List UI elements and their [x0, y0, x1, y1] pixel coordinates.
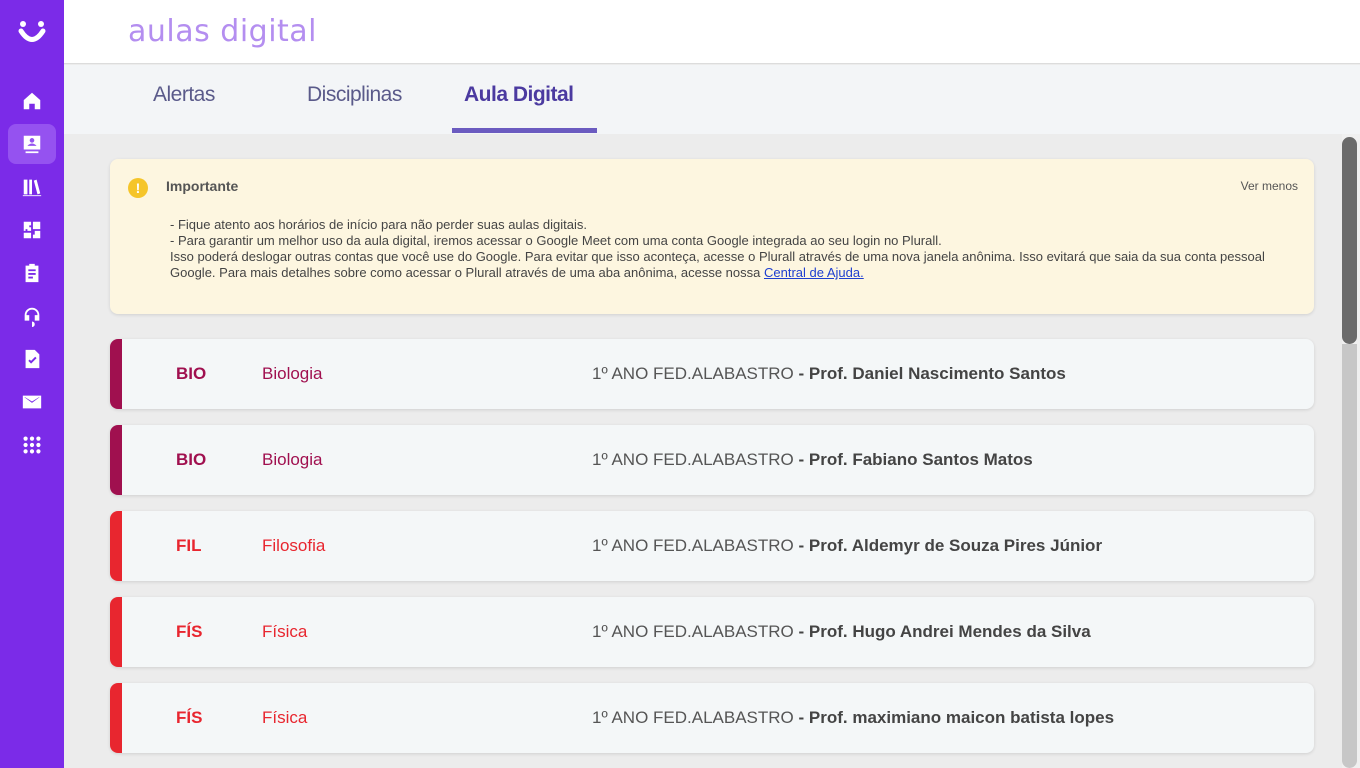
separator: - — [793, 364, 809, 383]
class-card[interactable]: FIL Filosofia 1º ANO FED.ALABASTRO - Pro… — [110, 511, 1314, 581]
clipboard-icon — [25, 263, 39, 283]
sidebar-item-messages[interactable] — [8, 382, 56, 422]
sidebar-item-help[interactable] — [8, 296, 56, 336]
student-card-icon — [23, 135, 41, 154]
subject-color-bar — [110, 339, 122, 409]
class-info: 1º ANO FED.ALABASTRO - Prof. Hugo Andrei… — [592, 622, 1091, 642]
sidebar-item-exams[interactable] — [8, 339, 56, 379]
class-group: 1º ANO FED.ALABASTRO — [592, 708, 794, 727]
subject-code: FÍS — [176, 708, 203, 727]
teacher-name: Prof. maximiano maicon batista lopes — [808, 708, 1115, 727]
separator: - — [793, 708, 809, 727]
separator: - — [793, 450, 809, 469]
help-center-link[interactable]: Central de Ajuda. — [764, 265, 864, 280]
notice-line: - Fique atento aos horários de início pa… — [170, 217, 587, 232]
subject-code: BIO — [176, 450, 207, 469]
sidebar-item-apps[interactable] — [8, 425, 56, 465]
class-info: 1º ANO FED.ALABASTRO - Prof. Fabiano San… — [592, 450, 1033, 470]
subject-color-bar — [110, 683, 122, 753]
separator: - — [793, 536, 809, 555]
subject-code: FÍS — [176, 622, 203, 641]
subject-name: Biologia — [262, 450, 323, 469]
subject-name: Física — [262, 708, 308, 727]
subject-color-bar — [110, 511, 122, 581]
tab-aula-digital[interactable]: Aula Digital — [464, 83, 574, 107]
class-info: 1º ANO FED.ALABASTRO - Prof. Daniel Nasc… — [592, 364, 1066, 384]
notice-toggle-button[interactable]: Ver menos — [1241, 179, 1298, 193]
subject-name: Biologia — [262, 364, 323, 383]
subject-color-bar — [110, 425, 122, 495]
subject-name: Física — [262, 622, 308, 641]
class-group: 1º ANO FED.ALABASTRO — [592, 622, 794, 641]
puzzle-icon — [23, 221, 41, 239]
sidebar — [0, 0, 64, 768]
top-header: aulas digital — [64, 0, 1360, 64]
subject-code: BIO — [176, 364, 207, 383]
active-tab-indicator — [452, 128, 597, 133]
notice-line: - Para garantir um melhor uso da aula di… — [170, 233, 942, 248]
notice-line: Isso poderá deslogar outras contas que v… — [170, 249, 1290, 281]
class-card[interactable]: FÍS Física 1º ANO FED.ALABASTRO - Prof. … — [110, 683, 1314, 753]
class-info: 1º ANO FED.ALABASTRO - Prof. Aldemyr de … — [592, 536, 1102, 556]
warning-icon: ! — [128, 178, 148, 198]
teacher-name: Prof. Fabiano Santos Matos — [808, 450, 1033, 469]
notice-title: Importante — [166, 178, 239, 194]
home-icon — [23, 92, 41, 110]
sidebar-item-home[interactable] — [8, 81, 56, 121]
class-info: 1º ANO FED.ALABASTRO - Prof. maximiano m… — [592, 708, 1114, 728]
teacher-name: Prof. Daniel Nascimento Santos — [808, 364, 1066, 383]
tab-bar: Alertas Disciplinas Aula Digital — [64, 65, 1360, 134]
sidebar-item-activities[interactable] — [8, 210, 56, 250]
class-group: 1º ANO FED.ALABASTRO — [592, 364, 794, 383]
subject-color-bar — [110, 597, 122, 667]
subject-name: Filosofia — [262, 536, 326, 555]
teacher-name: Prof. Hugo Andrei Mendes da Silva — [808, 622, 1091, 641]
support-icon — [24, 307, 40, 327]
notice-line-text: Isso poderá deslogar outras contas que v… — [170, 249, 1265, 280]
scrollbar-track[interactable] — [1342, 344, 1357, 768]
tab-alertas[interactable]: Alertas — [153, 83, 215, 107]
separator: - — [793, 622, 809, 641]
mail-icon — [22, 395, 42, 409]
notice-body: - Fique atento aos horários de início pa… — [170, 217, 1290, 281]
class-group: 1º ANO FED.ALABASTRO — [592, 450, 794, 469]
scrollbar-thumb[interactable] — [1342, 137, 1357, 344]
class-card[interactable]: FÍS Física 1º ANO FED.ALABASTRO - Prof. … — [110, 597, 1314, 667]
sidebar-item-tasks[interactable] — [8, 253, 56, 293]
tab-disciplinas[interactable]: Disciplinas — [307, 83, 402, 107]
apps-grid-icon — [23, 436, 41, 454]
subject-code: FIL — [176, 536, 202, 555]
document-check-icon — [25, 349, 40, 369]
sidebar-item-student[interactable] — [8, 124, 56, 164]
class-group: 1º ANO FED.ALABASTRO — [592, 536, 794, 555]
important-notice: ! Importante Ver menos - Fique atento ao… — [110, 159, 1314, 314]
class-card[interactable]: BIO Biologia 1º ANO FED.ALABASTRO - Prof… — [110, 425, 1314, 495]
app-brand: aulas digital — [128, 14, 318, 49]
books-icon — [22, 179, 42, 197]
teacher-name: Prof. Aldemyr de Souza Pires Júnior — [808, 536, 1103, 555]
plurall-logo-icon[interactable] — [16, 16, 48, 48]
class-card[interactable]: BIO Biologia 1º ANO FED.ALABASTRO - Prof… — [110, 339, 1314, 409]
sidebar-item-library[interactable] — [8, 167, 56, 207]
